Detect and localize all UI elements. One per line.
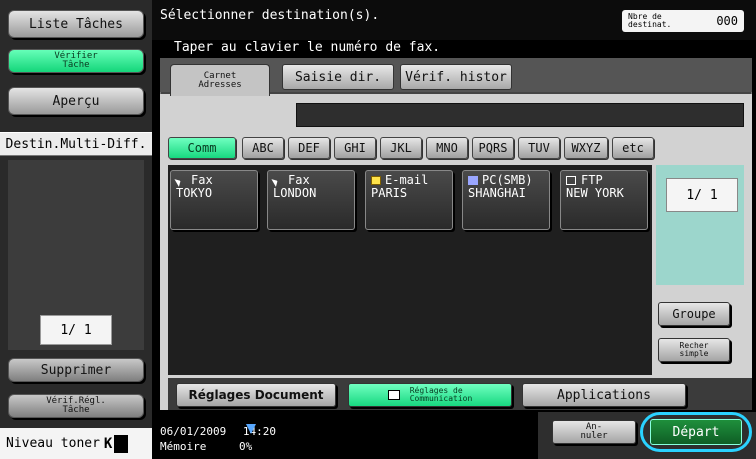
liste-taches-button[interactable]: Liste Tâches (8, 10, 144, 38)
list-page-indicator: 1/ 1 (666, 178, 738, 212)
recherche-simple-button[interactable]: Recher simple (658, 338, 730, 362)
ftp-icon (566, 176, 576, 185)
fax-icon (271, 174, 285, 187)
entry-name: SHANGHAI (468, 186, 526, 200)
destination-count: Nbre de destinat. 000 (622, 10, 744, 32)
fax-icon (174, 174, 188, 187)
filter-mno[interactable]: MNO (426, 137, 468, 159)
toner-k-label: K (103, 435, 113, 452)
entry-name: LONDON (273, 186, 317, 200)
page-title: Sélectionner destination(s). (160, 8, 380, 23)
destin-multi-diff-label: Destin.Multi-Diff. (0, 132, 152, 156)
tab-verif-histor[interactable]: Vérif. histor (400, 64, 512, 90)
reglages-document-label: Réglages Document (188, 388, 324, 402)
dest-count-label: Nbre de destinat. (628, 12, 672, 29)
reglages-communication-label: Réglages de Communication (409, 386, 473, 403)
dest-count-value: 000 (716, 14, 738, 28)
tab-saisie-dir[interactable]: Saisie dir. (282, 64, 394, 90)
filter-ghi[interactable]: GHI (334, 137, 376, 159)
email-icon (371, 176, 381, 185)
filter-tuv[interactable]: TUV (518, 137, 560, 159)
filter-jkl[interactable]: JKL (380, 137, 422, 159)
address-search-field[interactable] (296, 103, 744, 127)
filter-def[interactable]: DEF (288, 137, 330, 159)
entry-name: NEW YORK (566, 186, 624, 200)
left-sidebar: Liste Tâches Vérifier Tâche Aperçu Desti… (0, 0, 152, 459)
applications-button[interactable]: Applications (522, 383, 686, 407)
address-entry-london[interactable]: Fax LONDON (267, 170, 355, 230)
filter-etc[interactable]: etc (612, 137, 654, 159)
depart-button[interactable]: Départ (650, 419, 742, 445)
apercu-button[interactable]: Aperçu (8, 87, 144, 115)
communication-icon (387, 390, 400, 400)
filter-pqrs[interactable]: PQRS (472, 137, 514, 159)
address-entry-tokyo[interactable]: Fax TOKYO (170, 170, 258, 230)
memory-value: 0% (238, 440, 253, 453)
verif-regl-tache-button[interactable]: Vérif.Régl. Tâche (8, 394, 144, 418)
filter-wxyz[interactable]: WXYZ (564, 137, 608, 159)
address-entry-paris[interactable]: E-mail PARIS (365, 170, 453, 230)
page-subtitle: Taper au clavier le numéro de fax. (174, 40, 441, 55)
annuler-button[interactable]: An- nuler (552, 420, 636, 444)
entry-name: PARIS (371, 186, 408, 200)
verifier-tache-button[interactable]: Vérifier Tâche (8, 49, 144, 73)
date-text: 06/01/2009 (160, 425, 227, 438)
toner-level-icon (114, 434, 129, 453)
date-time: 06/01/2009 14:20 (160, 426, 276, 438)
toner-label: Niveau toner (6, 436, 100, 451)
entry-name: TOKYO (176, 186, 213, 200)
toner-level-bar: Niveau toner K (0, 428, 152, 459)
left-page-indicator: 1/ 1 (40, 315, 112, 345)
reglages-document-button[interactable]: Réglages Document (176, 383, 336, 407)
groupe-button[interactable]: Groupe (658, 302, 730, 326)
pc-icon (468, 176, 478, 185)
address-entry-new-york[interactable]: FTP NEW YORK (560, 170, 648, 230)
supprimer-button[interactable]: Supprimer (8, 358, 144, 382)
filter-comm[interactable]: Comm (168, 137, 236, 159)
address-entry-shanghai[interactable]: PC(SMB) SHANGHAI (462, 170, 550, 230)
filter-abc[interactable]: ABC (242, 137, 284, 159)
memory-label: Mémoire (160, 440, 207, 453)
tab-carnet-adresses[interactable]: Carnet Adresses (170, 64, 270, 96)
memory-status: Mémoire 0% (160, 441, 252, 453)
reglages-communication-button[interactable]: Réglages de Communication (348, 383, 512, 407)
